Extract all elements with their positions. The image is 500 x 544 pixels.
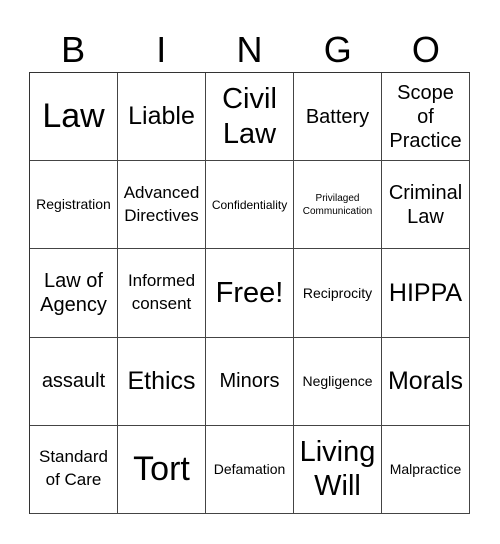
bingo-cell[interactable]: Reciprocity <box>294 249 382 338</box>
bingo-cell[interactable]: HIPPA <box>382 249 470 338</box>
bingo-cell[interactable]: Liable <box>118 73 206 162</box>
bingo-cell[interactable]: Law of Agency <box>30 249 118 338</box>
bingo-cell[interactable]: Negligence <box>294 337 382 426</box>
bingo-cell[interactable]: Malpractice <box>382 425 470 514</box>
bingo-cell[interactable]: Living Will <box>294 425 382 514</box>
bingo-cell[interactable]: Confidentiality <box>206 161 294 250</box>
bingo-cell[interactable]: Morals <box>382 337 470 426</box>
bingo-cell[interactable]: Criminal Law <box>382 161 470 250</box>
bingo-cell[interactable]: Defamation <box>206 425 294 514</box>
bingo-cell[interactable]: Advanced Directives <box>118 161 206 250</box>
header-letter-n: N <box>236 29 263 70</box>
bingo-cell[interactable]: Registration <box>30 161 118 250</box>
header-letter-o: O <box>411 29 440 70</box>
bingo-cell[interactable]: Scope of Practice <box>382 73 470 162</box>
bingo-cell[interactable]: Minors <box>206 337 294 426</box>
bingo-cell[interactable]: Informed consent <box>118 249 206 338</box>
bingo-cell[interactable]: Standard of Care <box>30 425 118 514</box>
free-space-cell[interactable]: Free! <box>206 249 294 338</box>
bingo-cell[interactable]: assault <box>30 337 118 426</box>
header-letter-g: G <box>323 29 352 70</box>
bingo-grid: Law Liable Civil Law Battery Scope of Pr… <box>29 72 470 514</box>
bingo-cell[interactable]: Law <box>30 73 118 162</box>
bingo-cell[interactable]: Privilaged Communication <box>294 161 382 250</box>
bingo-cell[interactable]: Civil Law <box>206 73 294 162</box>
bingo-cell[interactable]: Battery <box>294 73 382 162</box>
header-letter-i: I <box>156 29 167 70</box>
header-letter-b: B <box>61 29 86 70</box>
bingo-cell[interactable]: Ethics <box>118 337 206 426</box>
bingo-cell[interactable]: Tort <box>118 425 206 514</box>
bingo-header: B I N G O <box>29 28 470 72</box>
